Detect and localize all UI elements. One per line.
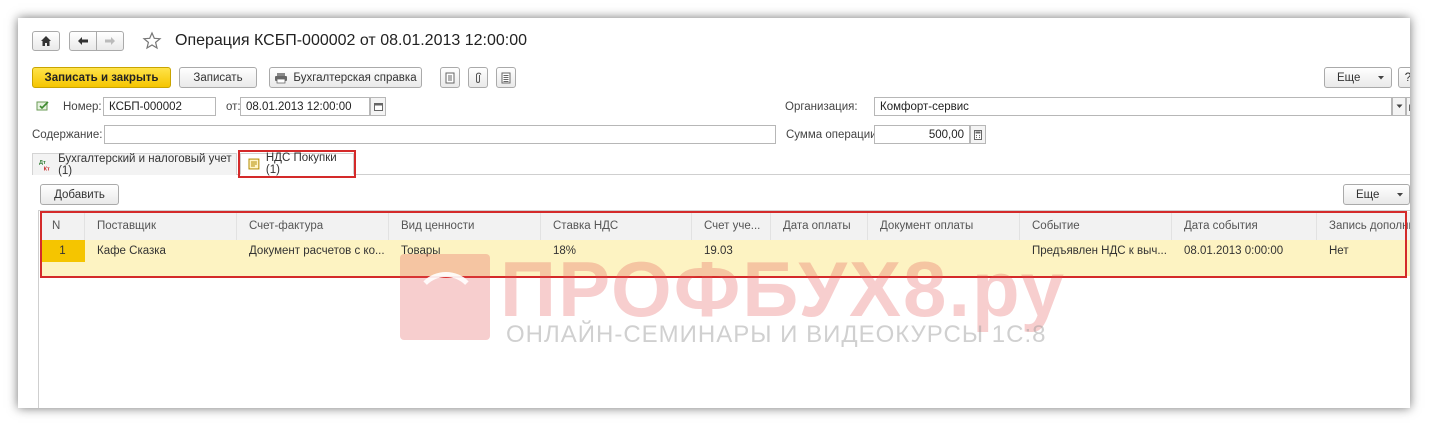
date-label: от: xyxy=(226,101,241,113)
save-and-close-button[interactable]: Записать и закрыть xyxy=(32,67,171,88)
list-icon xyxy=(501,72,511,83)
svg-text:Кт: Кт xyxy=(44,166,50,171)
attach-file-button[interactable] xyxy=(468,67,488,88)
calendar-icon xyxy=(373,103,383,111)
table-more-menu-button[interactable]: Еще xyxy=(1343,184,1410,205)
printer-icon xyxy=(275,72,288,83)
content-label: Содержание: xyxy=(32,129,103,141)
calendar-button[interactable] xyxy=(370,97,386,116)
sum-field[interactable]: 500,00 xyxy=(874,125,970,144)
page-title: Операция КСБП-000002 от 08.01.2013 12:00… xyxy=(175,32,527,49)
chevron-down-icon xyxy=(1378,76,1384,80)
watermark-logo-arc xyxy=(414,272,478,336)
favorite-star-icon[interactable] xyxy=(142,31,162,51)
sum-label: Сумма операции: xyxy=(786,129,880,141)
document-structure-button[interactable] xyxy=(440,67,460,88)
number-label: Номер: xyxy=(63,101,102,113)
home-button[interactable] xyxy=(32,31,60,51)
organization-field[interactable]: Комфорт-сервис xyxy=(874,97,1392,116)
organization-dropdown-button[interactable] xyxy=(1392,97,1406,116)
home-icon xyxy=(41,36,51,46)
arrow-left-icon xyxy=(78,37,88,45)
paperclip-icon xyxy=(476,72,482,83)
organization-label: Организация: xyxy=(785,101,858,113)
document-icon xyxy=(445,72,455,83)
forward-button[interactable] xyxy=(96,31,124,51)
tab-accounting-label: Бухгалтерский и налоговый учет (1) xyxy=(58,152,232,177)
tab-accounting[interactable]: Дт Кт Бухгалтерский и налоговый учет (1) xyxy=(32,152,237,177)
document-window: Операция КСБП-000002 от 08.01.2013 12:00… xyxy=(22,22,1410,408)
tab-highlight-frame xyxy=(238,150,356,178)
accounting-report-label: Бухгалтерская справка xyxy=(293,71,417,84)
table-more-menu-label: Еще xyxy=(1356,188,1380,201)
posted-status-icon xyxy=(36,100,50,115)
debit-credit-icon: ДтКт xyxy=(39,160,50,172)
add-row-button[interactable]: Добавить xyxy=(40,184,119,205)
arrow-right-icon xyxy=(105,37,115,45)
svg-text:Дт: Дт xyxy=(39,160,46,166)
more-menu-label: Еще xyxy=(1337,71,1361,84)
chevron-down-icon xyxy=(1396,104,1402,108)
watermark-tagline: ОНЛАЙН-СЕМИНАРЫ И ВИДЕОКУРСЫ 1С:8 xyxy=(506,321,1047,348)
help-button[interactable]: ? xyxy=(1398,67,1410,88)
date-field[interactable]: 08.01.2013 12:00:00 xyxy=(240,97,370,116)
calculator-button[interactable] xyxy=(970,125,986,144)
back-button[interactable] xyxy=(69,31,97,51)
more-menu-button[interactable]: Еще xyxy=(1324,67,1392,88)
content-field[interactable] xyxy=(104,125,776,144)
accounting-report-button[interactable]: Бухгалтерская справка xyxy=(269,67,422,88)
organization-open-button[interactable] xyxy=(1406,97,1410,116)
open-link-icon xyxy=(1409,104,1410,111)
save-button[interactable]: Записать xyxy=(179,67,257,88)
number-field[interactable]: КСБП-000002 xyxy=(103,97,216,116)
calculator-icon xyxy=(974,129,982,140)
list-report-button[interactable] xyxy=(496,67,516,88)
chevron-down-icon xyxy=(1397,193,1403,197)
